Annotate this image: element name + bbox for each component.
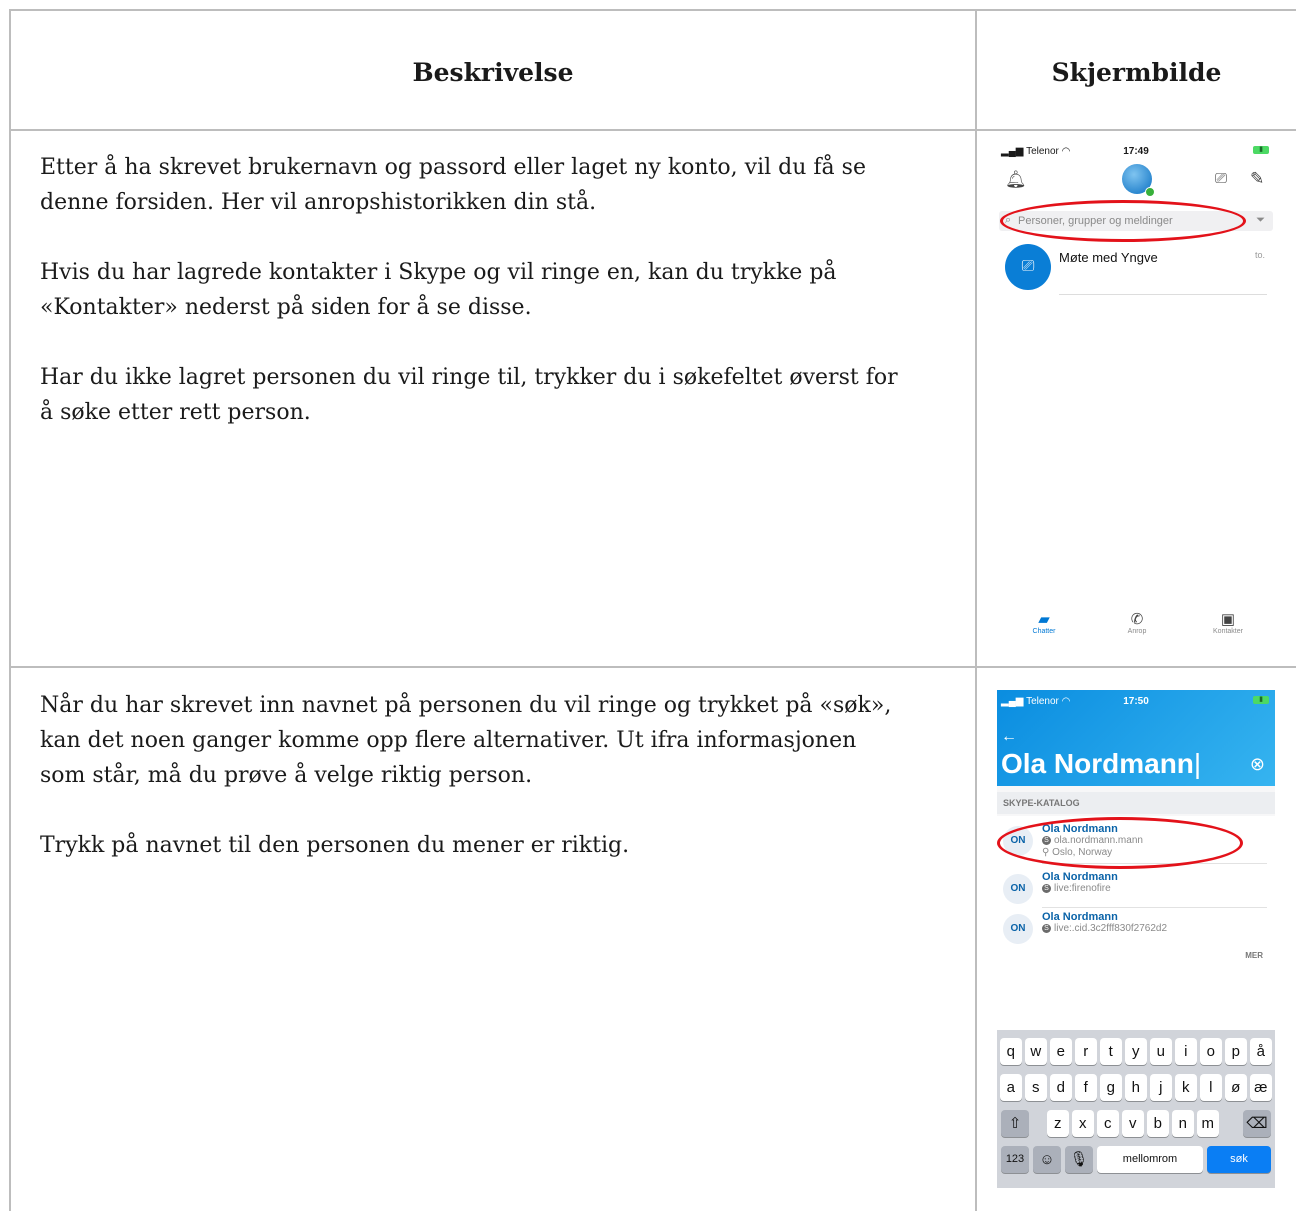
paragraph: Hvis du har lagrede kontakter i Skype og… <box>40 260 837 320</box>
shift-key[interactable]: ⇧ <box>1001 1110 1029 1137</box>
divider <box>1059 294 1267 295</box>
result-avatar: ON <box>1003 914 1033 944</box>
key-b[interactable]: b <box>1147 1110 1169 1137</box>
key-f[interactable]: f <box>1075 1074 1097 1101</box>
result-id: live:firenofire <box>1054 883 1111 894</box>
video-icon: ⎚ <box>1021 258 1035 275</box>
key-m[interactable]: m <box>1197 1110 1219 1137</box>
paragraph: Har du ikke lagret personen du vil ringe… <box>40 365 898 425</box>
result-name: Ola Nordmann <box>1042 871 1118 883</box>
table-border-top <box>9 9 1296 11</box>
header-description: Beskrivelse <box>412 58 574 87</box>
key-e[interactable]: e <box>1050 1038 1072 1065</box>
highlight-circle <box>1000 200 1246 242</box>
key-t[interactable]: t <box>1100 1038 1122 1065</box>
video-call-icon[interactable]: ⎚ <box>1215 170 1227 187</box>
status-bar: ▂▄▆ Telenor ◠ 17:49 ▮ <box>997 140 1275 162</box>
key-u[interactable]: u <box>1150 1038 1172 1065</box>
keyboard: qwertyuiopå asdfghjkløæ zxcvbnm ⇧ ⌫ 123 … <box>997 1030 1275 1188</box>
presence-dot <box>1145 187 1155 197</box>
key-d[interactable]: d <box>1050 1074 1072 1101</box>
table-border-left <box>9 9 11 1211</box>
clock: 17:49 <box>1123 146 1149 157</box>
header-divider <box>9 129 1296 131</box>
key-y[interactable]: y <box>1125 1038 1147 1065</box>
key-x[interactable]: x <box>1072 1110 1094 1137</box>
phone-screenshot-home: ▂▄▆ Telenor ◠ 17:49 ▮ 🔔︎ ⎚ ✎ ⌕ Personer,… <box>997 140 1275 640</box>
tab-kontakter[interactable]: ▣ Kontakter <box>1203 610 1253 635</box>
clear-icon[interactable]: ⊗ <box>1250 754 1265 775</box>
key-z[interactable]: z <box>1047 1110 1069 1137</box>
key-s[interactable]: s <box>1025 1074 1047 1101</box>
chat-time: to. <box>1254 250 1265 260</box>
key-o[interactable]: o <box>1200 1038 1222 1065</box>
meeting-avatar[interactable]: ⎚ <box>1005 244 1051 290</box>
key-l[interactable]: l <box>1200 1074 1222 1101</box>
skype-icon: S <box>1042 923 1051 933</box>
key-v[interactable]: v <box>1122 1110 1144 1137</box>
battery-icon: ▮ <box>1253 696 1269 704</box>
emoji-icon[interactable]: ☺ <box>1033 1146 1061 1173</box>
clock: 17:50 <box>1123 696 1149 707</box>
key-g[interactable]: g <box>1100 1074 1122 1101</box>
key-æ[interactable]: æ <box>1250 1074 1272 1101</box>
key-c[interactable]: c <box>1097 1110 1119 1137</box>
skype-icon: S <box>1042 883 1051 893</box>
row-divider <box>9 666 1296 668</box>
result-item[interactable]: ON Ola Nordmann Slive:.cid.3c2fff830f276… <box>997 908 1275 948</box>
key-å[interactable]: å <box>1250 1038 1272 1065</box>
search-key[interactable]: søk <box>1207 1146 1271 1173</box>
key-i[interactable]: i <box>1175 1038 1197 1065</box>
more-button[interactable]: MER <box>1245 951 1263 960</box>
microphone-icon[interactable]: 🎙︎ <box>1065 1146 1093 1173</box>
space-key[interactable]: mellomrom <box>1097 1146 1203 1173</box>
compose-icon[interactable]: ✎ <box>1250 169 1264 189</box>
key-p[interactable]: p <box>1225 1038 1247 1065</box>
key-r[interactable]: r <box>1075 1038 1097 1065</box>
filter-icon[interactable]: ⏷ <box>1256 214 1265 227</box>
backspace-key[interactable]: ⌫ <box>1243 1110 1271 1137</box>
search-query[interactable]: Ola Nordmann| <box>1001 748 1201 780</box>
result-id: live:.cid.3c2fff830f2762d2 <box>1054 923 1168 934</box>
key-n[interactable]: n <box>1172 1110 1194 1137</box>
key-j[interactable]: j <box>1150 1074 1172 1101</box>
phone-icon: ✆ <box>1130 611 1144 628</box>
status-bar: ▂▄▆ Telenor ◠ 17:50 ▮ <box>997 690 1275 712</box>
result-name: Ola Nordmann <box>1042 911 1118 923</box>
tab-anrop[interactable]: ✆ Anrop <box>1112 610 1162 635</box>
header-screenshot: Skjermbilde <box>1051 58 1222 87</box>
tab-chatter[interactable]: ▰ Chatter <box>1019 610 1069 635</box>
chat-name[interactable]: Møte med Yngve <box>1059 250 1158 265</box>
result-avatar: ON <box>1003 874 1033 904</box>
phone-screenshot-search: ▂▄▆ Telenor ◠ 17:50 ▮ ← Ola Nordmann| ⊗ … <box>997 690 1275 1188</box>
section-header: SKYPE-KATALOG <box>997 792 1275 814</box>
battery-icon: ▮ <box>1253 146 1269 154</box>
key-ø[interactable]: ø <box>1225 1074 1247 1101</box>
paragraph: Etter å ha skrevet brukernavn og passord… <box>40 155 866 215</box>
contacts-icon: ▣ <box>1220 611 1236 628</box>
key-w[interactable]: w <box>1025 1038 1047 1065</box>
back-arrow-icon[interactable]: ← <box>1001 728 1017 746</box>
key-q[interactable]: q <box>1000 1038 1022 1065</box>
text-cursor: | <box>1193 748 1202 779</box>
numbers-key[interactable]: 123 <box>1001 1146 1029 1173</box>
bell-icon[interactable]: 🔔︎ <box>1005 170 1027 190</box>
paragraph: Når du har skrevet inn navnet på persone… <box>40 693 892 788</box>
chat-icon: ▰ <box>1038 611 1050 628</box>
paragraph: Trykk på navnet til den personen du mene… <box>40 833 630 858</box>
result-item[interactable]: ON Ola Nordmann Slive:firenofire <box>997 868 1275 908</box>
row2-description: Når du har skrevet inn navnet på persone… <box>40 688 900 898</box>
key-k[interactable]: k <box>1175 1074 1197 1101</box>
key-h[interactable]: h <box>1125 1074 1147 1101</box>
column-divider <box>975 9 977 1211</box>
row1-description: Etter å ha skrevet brukernavn og passord… <box>40 150 900 465</box>
key-a[interactable]: a <box>1000 1074 1022 1101</box>
highlight-circle <box>997 817 1243 869</box>
